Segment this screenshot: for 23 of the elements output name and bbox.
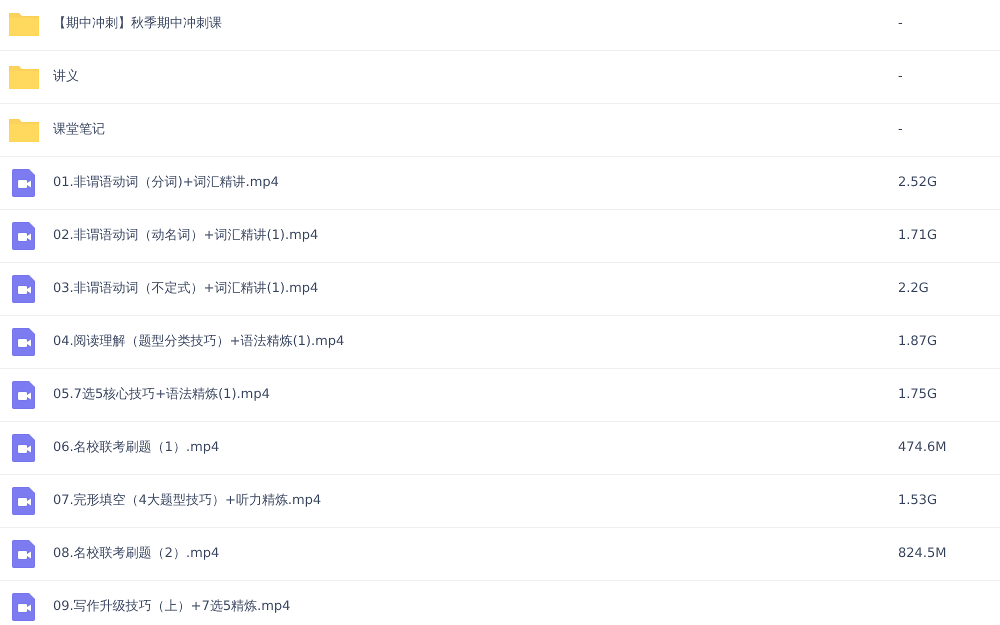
file-size: 474.6M <box>898 439 948 458</box>
file-name[interactable]: 06.名校联考刷题（1）.mp4 <box>53 438 220 458</box>
file-name[interactable]: 09.写作升级技巧（上）+7选5精炼.mp4 <box>53 597 290 617</box>
file-name[interactable]: 03.非谓语动词（不定式）+词汇精讲(1).mp4 <box>53 279 318 299</box>
file-size: 1.71G <box>898 227 938 246</box>
file-size: 1.87G <box>898 333 938 352</box>
file-size: - <box>898 15 904 34</box>
file-size: 2.52G <box>898 174 938 192</box>
file-size: 824.5M <box>898 545 948 564</box>
file-size: - <box>898 121 904 140</box>
file-name[interactable]: 05.7选5核心技巧+语法精炼(1).mp4 <box>53 385 270 405</box>
file-name[interactable]: 01.非谓语动词（分词)+词汇精讲.mp4 <box>53 173 279 193</box>
file-name[interactable]: 02.非谓语动词（动名词）+词汇精讲(1).mp4 <box>53 226 318 246</box>
file-size: 2.2G <box>898 280 930 298</box>
file-name[interactable]: 讲义 <box>53 67 79 87</box>
file-name[interactable]: 08.名校联考刷题（2）.mp4 <box>53 544 220 564</box>
file-name[interactable]: 04.阅读理解（题型分类技巧）+语法精炼(1).mp4 <box>53 332 344 352</box>
file-size: 1.53G <box>898 492 938 510</box>
file-name[interactable]: 课堂笔记 <box>53 120 105 140</box>
file-name[interactable]: 07.完形填空（4大题型技巧）+听力精炼.mp4 <box>53 491 322 511</box>
file-name[interactable]: 【期中冲刺】秋季期中冲刺课 <box>53 14 222 34</box>
file-size: - <box>898 68 904 86</box>
file-size: 1.75G <box>898 386 938 404</box>
